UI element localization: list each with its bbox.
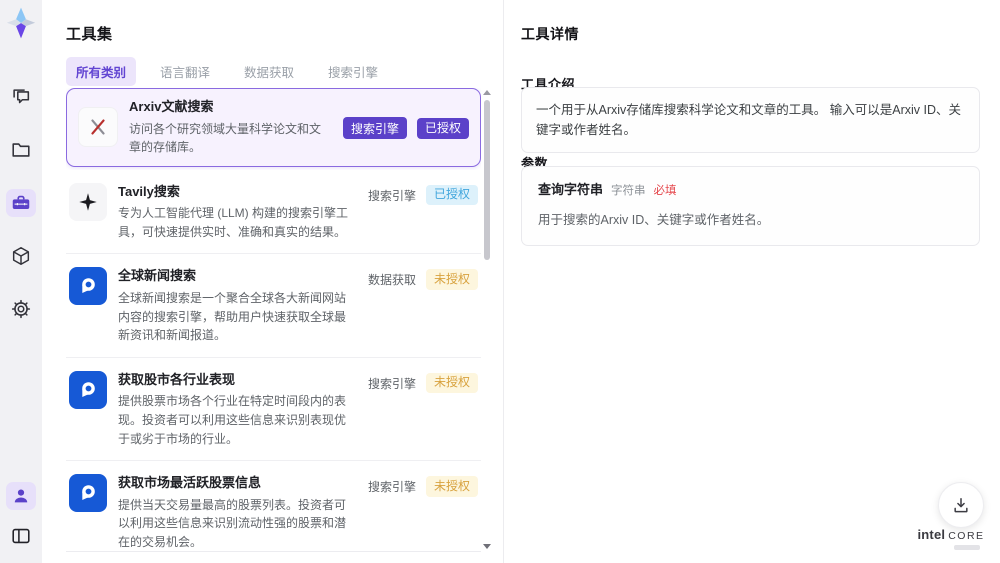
category-tabs: 所有类别 语言翻译 数据获取 搜索引擎 xyxy=(66,57,388,86)
tavily-star-icon xyxy=(69,182,107,221)
rail-bottom xyxy=(6,482,36,550)
tool-description: 专为人工智能代理 (LLM) 构建的搜索引擎工具，可快速提供实时、准确和真实的结… xyxy=(118,206,349,239)
arxiv-x-icon xyxy=(78,107,118,148)
settings-gear-icon[interactable] xyxy=(6,295,36,323)
tool-list-panel: 工具集 所有类别 语言翻译 数据获取 搜索引擎 Arxiv文献搜索 访问各个研究… xyxy=(42,0,503,563)
chat-icon[interactable] xyxy=(6,83,36,111)
param-type: 字符串 xyxy=(611,185,646,197)
tool-card-active-stocks[interactable]: 获取市场最活跃股票信息 提供当天交易量最高的股票列表。投资者可以利用这些信息来识… xyxy=(66,461,481,551)
param-card: 查询字符串 字符串 必填 用于搜索的Arxiv ID、关键字或作者姓名。 xyxy=(521,166,980,246)
tool-card-stock-sector[interactable]: 获取股市各行业表现 提供股票市场各个行业在特定时间段内的表现。投资者可以利用这些… xyxy=(66,357,481,462)
param-required-flag: 必填 xyxy=(653,185,677,197)
tool-title: 全球新闻搜索 xyxy=(118,268,197,284)
download-button[interactable] xyxy=(938,482,984,528)
detail-title: 工具详情 xyxy=(521,26,579,42)
user-icon[interactable] xyxy=(6,482,36,510)
tool-description: 访问各个研究领域大量科学论文和文章的存储库。 xyxy=(129,121,322,155)
param-description: 用于搜索的Arxiv ID、关键字或作者姓名。 xyxy=(538,212,770,227)
scrollbar-thumb[interactable] xyxy=(484,100,490,260)
tool-card-list: Arxiv文献搜索 访问各个研究领域大量科学论文和文章的存储库。 搜索引擎 已授… xyxy=(66,88,481,552)
intel-core-logo: intel core xyxy=(917,527,985,550)
auth-status-badge: 已授权 xyxy=(416,118,469,139)
tool-category: 搜索引擎 xyxy=(367,188,416,203)
stock-sector-icon xyxy=(69,370,107,409)
tool-category: 搜索引擎 xyxy=(367,479,416,494)
tool-card-arxiv-selected[interactable]: Arxiv文献搜索 访问各个研究领域大量科学论文和文章的存储库。 搜索引擎 已授… xyxy=(66,88,481,167)
active-stock-icon xyxy=(69,474,107,513)
tool-description: 全球新闻搜索是一个聚合全球各大新闻网站内容的搜索引擎，帮助用户快速获取全球最新资… xyxy=(118,291,347,343)
globalnews-icon xyxy=(69,267,107,306)
cube-icon[interactable] xyxy=(6,242,36,270)
brand-intel-text: intel xyxy=(917,527,946,542)
tool-title: 获取股市各行业表现 xyxy=(118,371,236,387)
tab-all-categories[interactable]: 所有类别 xyxy=(66,57,137,86)
tool-category-badge: 搜索引擎 xyxy=(342,117,407,140)
brand-underline xyxy=(954,545,980,550)
tool-intro-text: 一个用于从Arxiv存储库搜索科学论文和文章的工具。 输入可以是Arxiv ID… xyxy=(521,87,980,153)
scroll-up-arrow-icon[interactable] xyxy=(483,90,491,95)
tool-title: 获取市场最活跃股票信息 xyxy=(118,475,262,491)
list-scrollbar[interactable] xyxy=(483,90,491,549)
app-logo-gem-icon[interactable] xyxy=(6,7,36,39)
tool-card-tavily[interactable]: Tavily搜索 专为人工智能代理 (LLM) 构建的搜索引擎工具，可快速提供实… xyxy=(66,169,481,255)
download-icon xyxy=(954,498,968,513)
page-title: 工具集 xyxy=(66,26,113,43)
auth-status-badge: 未授权 xyxy=(425,269,478,291)
auth-status-badge: 未授权 xyxy=(425,372,478,394)
icon-rail xyxy=(0,0,43,563)
tool-category: 数据获取 xyxy=(367,273,416,288)
tool-description: 提供股票市场各个行业在特定时间段内的表现。投资者可以利用这些信息来识别表现优于或… xyxy=(118,394,347,446)
folder-icon[interactable] xyxy=(6,136,36,164)
tool-detail-panel: 工具详情 工具介绍 一个用于从Arxiv存储库搜索科学论文和文章的工具。 输入可… xyxy=(503,0,1000,563)
tab-language-translation[interactable]: 语言翻译 xyxy=(150,57,220,86)
tool-title: Tavily搜索 xyxy=(118,183,180,199)
rail-nav xyxy=(6,83,36,323)
tool-description: 提供当天交易量最高的股票列表。投资者可以利用这些信息来识别流动性强的股票和潜在的… xyxy=(118,497,347,549)
brand-core-text: core xyxy=(948,530,985,542)
tab-data-fetch[interactable]: 数据获取 xyxy=(234,57,304,86)
param-name: 查询字符串 xyxy=(538,182,604,197)
tool-title: Arxiv文献搜索 xyxy=(129,99,214,114)
tab-search-engine[interactable]: 搜索引擎 xyxy=(318,57,388,86)
panel-toggle-icon[interactable] xyxy=(6,522,36,550)
tool-category: 搜索引擎 xyxy=(367,376,416,391)
scroll-down-arrow-icon[interactable] xyxy=(483,544,491,549)
auth-status-badge: 未授权 xyxy=(425,476,478,497)
tool-card-global-news[interactable]: 全球新闻搜索 全球新闻搜索是一个聚合全球各大新闻网站内容的搜索引擎，帮助用户快速… xyxy=(66,254,481,358)
auth-status-badge: 已授权 xyxy=(425,184,478,206)
toolbox-icon[interactable] xyxy=(6,189,36,217)
